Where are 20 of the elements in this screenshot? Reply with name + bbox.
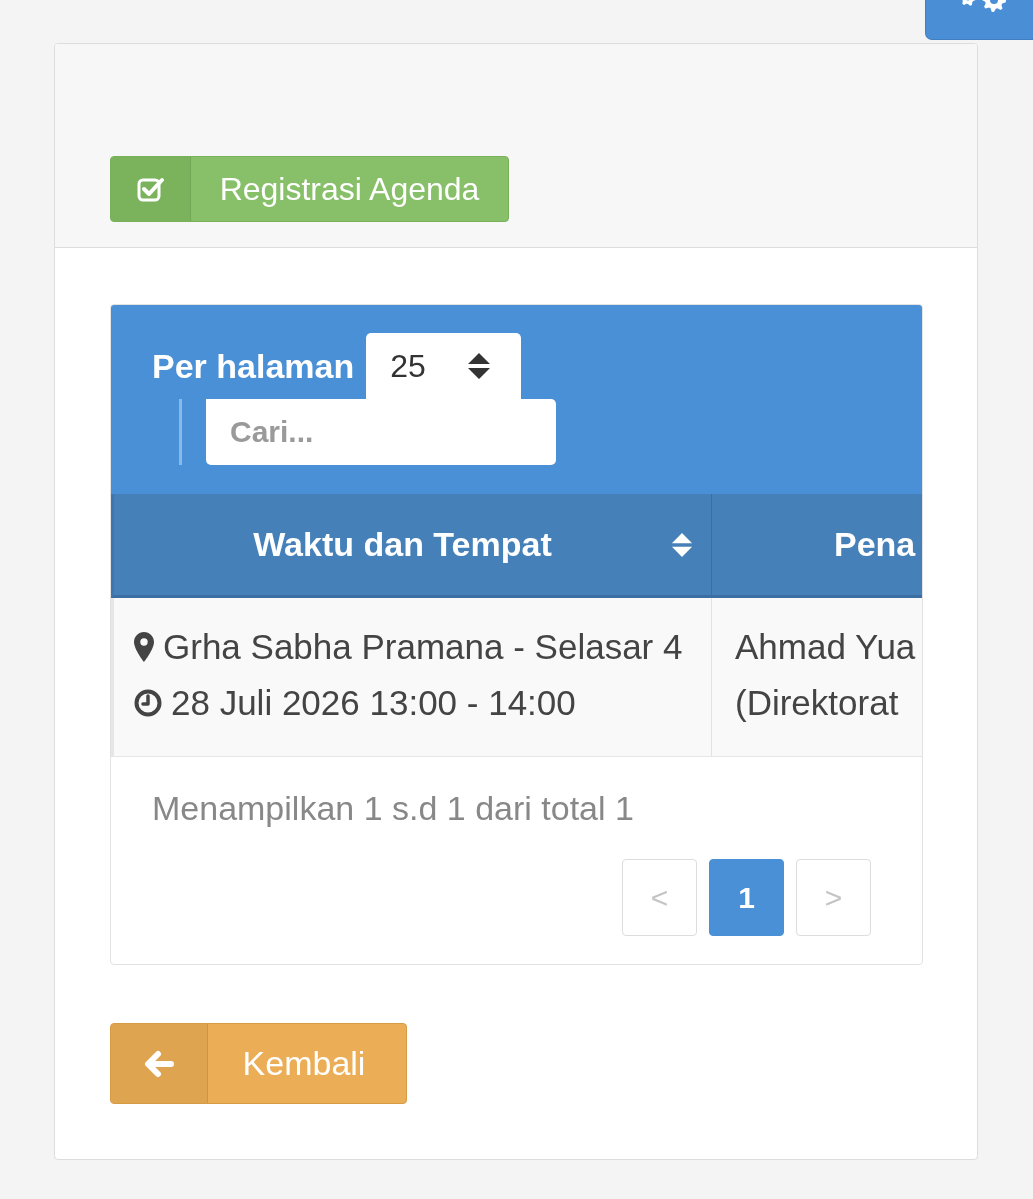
per-page-label: Per halaman (152, 346, 355, 386)
arrow-left-icon (144, 1049, 174, 1078)
clock-icon (134, 689, 162, 717)
organizer-text: Ahmad Yua (735, 627, 916, 667)
organizer-text: (Direktorat (735, 683, 899, 723)
search-field[interactable]: Cari... (206, 399, 556, 465)
sort-arrows-icon (671, 531, 693, 559)
register-agenda-button[interactable]: Registrasi Agenda (110, 156, 509, 222)
settings-button[interactable] (925, 0, 1033, 40)
per-page-select[interactable]: 25 (366, 332, 522, 400)
column-header: Pena (711, 494, 922, 598)
checkbox-tick-icon (136, 176, 165, 202)
back-button[interactable]: Kembali (110, 1023, 407, 1104)
date-time-text: 28 Juli 2026 13:00 - 14:00 (171, 683, 576, 723)
column-header[interactable]: Waktu dan Tempat (111, 494, 711, 598)
results-summary: Menampilkan 1 s.d 1 dari total 1 (152, 789, 634, 828)
sort-arrows-icon (467, 352, 492, 380)
pagination-button[interactable]: 1 (709, 859, 784, 936)
map-marker-icon (134, 632, 154, 662)
location-text: Grha Sabha Pramana - Selasar 4 (163, 627, 683, 667)
